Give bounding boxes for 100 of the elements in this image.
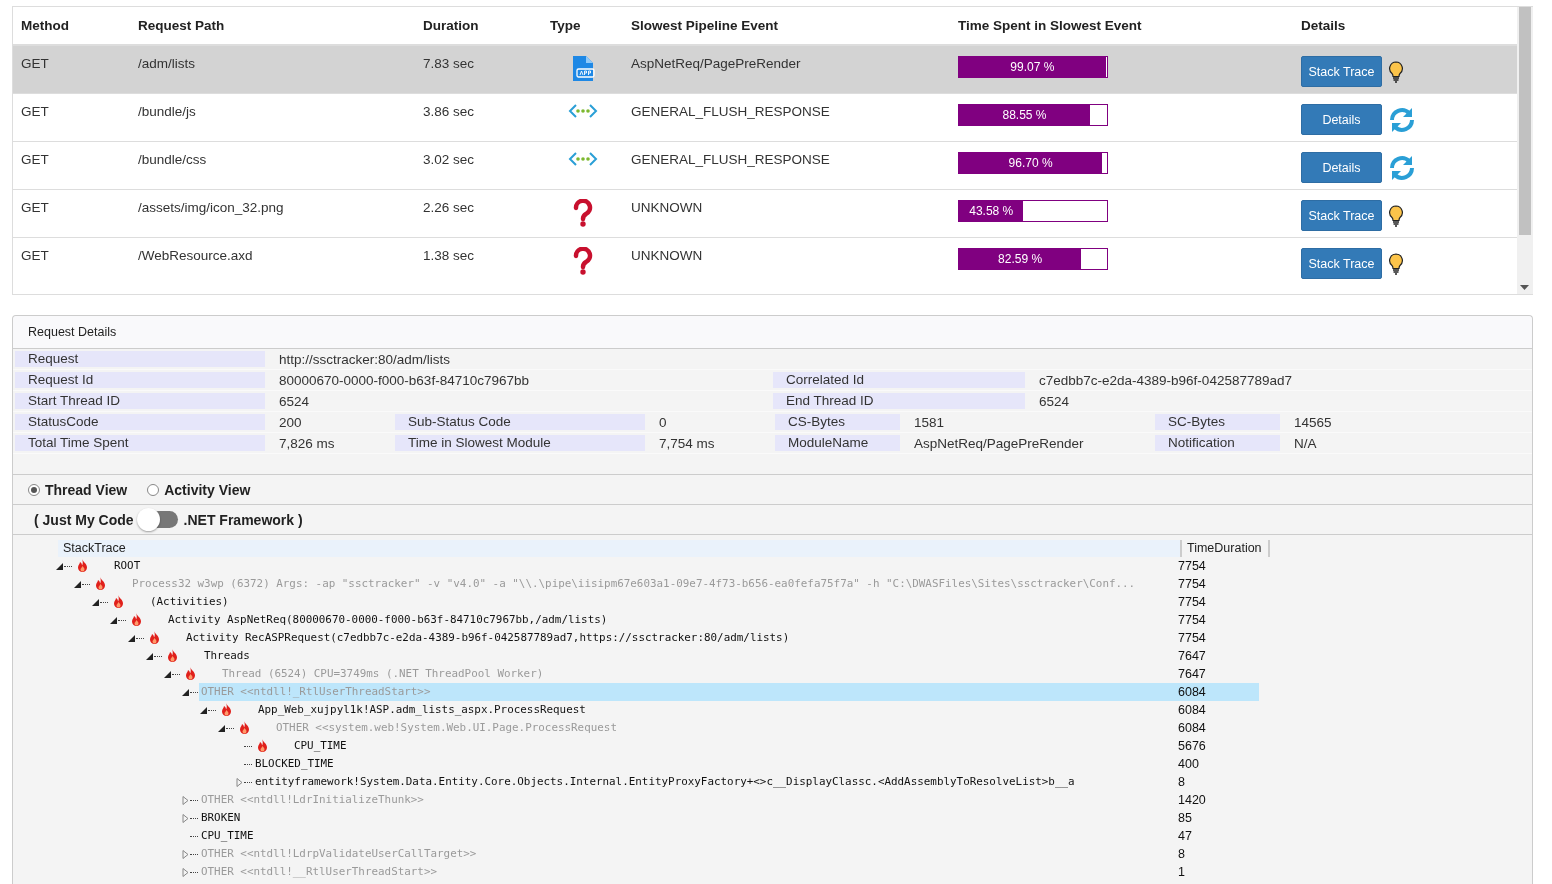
time-duration: 85 <box>1177 810 1193 827</box>
field-value: 6524 <box>1038 393 1071 409</box>
percent-text: 88.55 % <box>1002 108 1047 122</box>
field-label: Total Time Spent <box>15 435 265 451</box>
request-path: /adm/lists <box>138 56 195 71</box>
field-value: 200 <box>278 414 303 430</box>
request-row[interactable]: GET /bundle/js 3.86 sec GENERAL_FLUSH_RESPONSE 88.55 % Details <box>13 93 1517 142</box>
field-value: 80000670-0000-f000-b63f-84710c7967bb <box>278 372 530 388</box>
field-label: Start Thread ID <box>15 393 265 409</box>
field-label: End Thread ID <box>773 393 1025 409</box>
duration-text: 2.26 sec <box>423 200 475 215</box>
duration-text: 3.02 sec <box>423 152 475 167</box>
field-label: Sub-Status Code <box>395 414 645 430</box>
pipeline-event: GENERAL_FLUSH_RESPONSE <box>631 104 830 119</box>
request-path: /bundle/css <box>138 152 207 167</box>
time-duration: 1 <box>1177 864 1186 881</box>
flame-icon <box>167 649 178 663</box>
request-row[interactable]: GET /WebResource.axd 1.38 sec UNKNOWN 82.59 % Stack Trace <box>13 237 1517 285</box>
time-duration: 7647 <box>1177 666 1207 683</box>
stack-frame[interactable]: Activity AspNetReq(80000670-0000-f000-b63f-84710c7967bb,/adm/lists) <box>166 611 1171 629</box>
request-path: /bundle/js <box>138 104 196 119</box>
time-duration: 7754 <box>1177 630 1207 647</box>
radio-label[interactable]: Activity View <box>164 482 251 498</box>
details-button[interactable]: Stack Trace <box>1301 56 1382 87</box>
code-arrows-icon <box>567 151 598 167</box>
flame-icon <box>113 595 124 609</box>
percent-text: 43.58 % <box>969 204 1014 218</box>
stack-frame[interactable]: entityframework!System.Data.Entity.Core.Objects.Internal.EntityProxyFactory+<>c__DisplayClassc.<AddAssemblyToResolveList>b__a <box>253 773 1171 791</box>
time-duration: 6084 <box>1177 702 1207 719</box>
stack-frame[interactable]: CPU_TIME <box>292 737 1171 755</box>
flame-icon <box>185 667 196 681</box>
stack-frame[interactable]: CPU_TIME <box>199 827 1171 845</box>
request-row[interactable]: GET /assets/img/icon_32.png 2.26 sec UNKNOWN 43.58 % Stack Trace <box>13 189 1517 238</box>
scrollbar[interactable] <box>1517 7 1533 294</box>
time-duration: 5676 <box>1177 738 1207 755</box>
details-button[interactable]: Details <box>1301 152 1382 183</box>
field-value: 1581 <box>913 414 946 430</box>
radio-button[interactable] <box>28 484 40 496</box>
refresh-icon <box>1388 105 1416 134</box>
stack-frame[interactable]: (Activities) <box>148 593 1171 611</box>
duration-text: 3.86 sec <box>423 104 475 119</box>
field-value: 7,826 ms <box>278 435 336 451</box>
refresh-icon <box>1388 153 1416 182</box>
field-label: ModuleName <box>775 435 900 451</box>
time-duration: 6084 <box>1177 720 1207 737</box>
field-label: StatusCode <box>15 414 265 430</box>
stack-frame[interactable]: Activity RecASPRequest(c7edbb7c-e2da-4389-b96f-042587789ad7,https://ssctracker:80/adm/lists) <box>184 629 1171 647</box>
time-duration: 8 <box>1177 846 1186 863</box>
request-row[interactable]: GET /adm/lists 7.83 sec AspNetReq/PagePreRender 99.07 % Stack Trace <box>13 45 1517 94</box>
radio-button[interactable] <box>147 484 160 496</box>
details-button[interactable]: Details <box>1301 104 1382 135</box>
time-duration: 1420 <box>1177 792 1207 809</box>
field-label: CS-Bytes <box>775 414 900 430</box>
percent-text: 96.70 % <box>1008 156 1053 170</box>
toggle-switch[interactable] <box>139 511 178 528</box>
pipeline-event: AspNetReq/PagePreRender <box>631 56 801 71</box>
pipeline-event: UNKNOWN <box>631 200 703 215</box>
method-text: GET <box>21 200 49 215</box>
field-value: http://ssctracker:80/adm/lists <box>278 351 452 367</box>
time-duration: 400 <box>1177 756 1200 773</box>
stack-frame[interactable]: BLOCKED_TIME <box>253 755 1171 773</box>
lightbulb-icon <box>1388 252 1404 275</box>
field-label: Request Id <box>15 372 265 388</box>
stack-frame[interactable]: ROOT <box>112 557 1171 575</box>
method-text: GET <box>21 248 49 263</box>
field-label: SC-Bytes <box>1155 414 1280 430</box>
stack-frame[interactable]: BROKEN <box>199 809 1171 827</box>
field-value: 7,754 ms <box>658 435 716 451</box>
time-duration: 7754 <box>1177 558 1207 575</box>
time-duration: 8 <box>1177 774 1186 791</box>
percent-text: 99.07 % <box>1010 60 1055 74</box>
field-label: Correlated Id <box>773 372 1025 388</box>
stack-frame[interactable]: App_Web_xujpyl1k!ASP.adm_lists_aspx.ProcessRequest <box>256 701 1171 719</box>
field-label: Notification <box>1155 435 1280 451</box>
duration-text: 1.38 sec <box>423 248 475 263</box>
details-button[interactable]: Stack Trace <box>1301 200 1382 231</box>
toggle-label: ( Just My Code <box>34 511 134 528</box>
request-path: /assets/img/icon_32.png <box>138 200 284 215</box>
time-duration: 47 <box>1177 828 1193 845</box>
collapsed-triangle-icon[interactable] <box>235 777 244 787</box>
time-duration: 6084 <box>1171 683 1259 701</box>
field-value: AspNetReq/PagePreRender <box>913 435 1085 451</box>
code-arrows-icon <box>567 103 598 119</box>
flame-icon <box>239 721 250 735</box>
column-header[interactable]: StackTrace <box>58 540 1182 557</box>
radio-label[interactable]: Thread View <box>45 482 128 498</box>
field-label: Request <box>15 351 265 367</box>
time-duration: 7754 <box>1177 612 1207 629</box>
toggle-label: .NET Framework ) <box>183 511 303 528</box>
method-text: GET <box>21 152 49 167</box>
lightbulb-icon <box>1388 204 1404 227</box>
down-arrow-icon[interactable] <box>1520 285 1529 290</box>
request-row[interactable]: GET /bundle/css 3.02 sec GENERAL_FLUSH_RESPONSE 96.70 % Details <box>13 141 1517 190</box>
pipeline-event: GENERAL_FLUSH_RESPONSE <box>631 152 830 167</box>
details-button[interactable]: Stack Trace <box>1301 248 1382 279</box>
time-duration: 7754 <box>1177 594 1207 611</box>
request-path: /WebResource.axd <box>138 248 253 263</box>
question-mark-icon <box>572 199 593 227</box>
question-mark-icon <box>572 247 593 275</box>
stack-frame[interactable]: Threads <box>202 647 1171 665</box>
